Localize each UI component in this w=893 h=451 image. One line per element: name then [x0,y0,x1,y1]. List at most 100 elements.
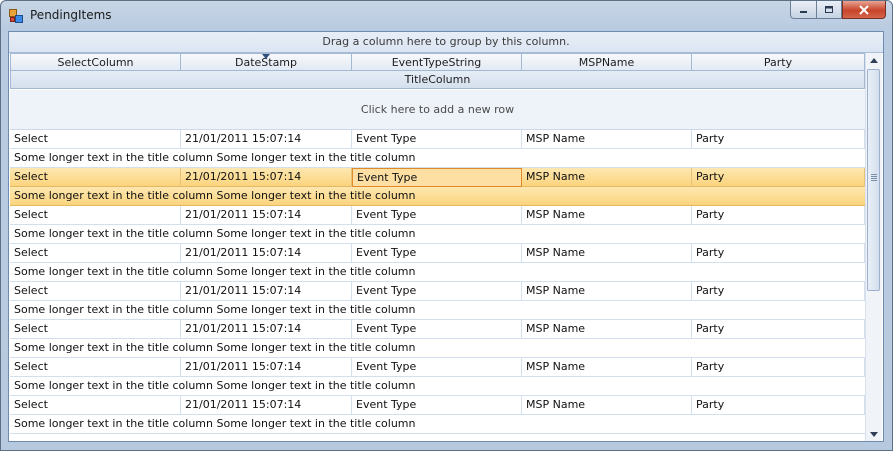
maximize-icon [825,6,833,13]
cell-eventtype[interactable]: Event Type [352,282,522,301]
row-title: Some longer text in the title column Som… [10,301,865,320]
cell-mspname[interactable]: MSP Name [522,206,692,225]
table-row[interactable]: Select 21/01/2011 15:07:14 Event Type MSP N… [10,130,865,168]
cell-datestamp[interactable]: 21/01/2011 15:07:14 [181,130,352,149]
cell-select[interactable]: Select [10,282,181,301]
cell-party[interactable]: Party [692,282,865,301]
cell-party[interactable]: Party [692,168,865,187]
cell-title[interactable]: Some longer text in the title column Som… [10,225,865,244]
cell-datestamp[interactable]: 21/01/2011 15:07:14 [181,244,352,263]
cell-mspname[interactable]: MSP Name [522,244,692,263]
table-row[interactable]: Select 21/01/2011 15:07:14 Event Type MSP N… [10,396,865,434]
cell-party[interactable]: Party [692,358,865,377]
selected-table-row[interactable]: Select 21/01/2011 15:07:14 Event Type MSP N… [10,168,865,206]
cell-select[interactable]: Select [10,130,181,149]
cell-eventtype[interactable]: Event Type [352,396,522,415]
cell-mspname[interactable]: MSP Name [522,358,692,377]
scroll-down-button[interactable] [866,427,882,441]
row-title: Some longer text in the title column Som… [10,339,865,358]
cell-eventtype[interactable]: Event Type [352,320,522,339]
cell-party[interactable]: Party [692,320,865,339]
column-header-mspname[interactable]: MSPName [522,53,692,71]
cell-title[interactable]: Some longer text in the title column Som… [10,301,865,320]
row-fields: Select 21/01/2011 15:07:14 Event Type MSP N… [10,168,865,187]
cell-title[interactable]: Some longer text in the title column Som… [10,415,865,434]
cell-eventtype[interactable]: Event Type [352,130,522,149]
cell-party[interactable]: Party [692,396,865,415]
column-header-row: SelectColumn DateStamp EventTypeString M… [10,53,865,71]
maximize-button[interactable] [816,1,842,19]
row-title: Some longer text in the title column Som… [10,263,865,282]
cell-mspname[interactable]: MSP Name [522,396,692,415]
row-fields: Select 21/01/2011 15:07:14 Event Type MSP N… [10,396,865,415]
cell-eventtype[interactable]: Event Type [352,358,522,377]
column-header-title[interactable]: TitleColumn [10,71,865,89]
table-row[interactable]: Select 21/01/2011 15:07:14 Event Type MSP N… [10,358,865,396]
cell-title[interactable]: Some longer text in the title column Som… [10,187,865,206]
scroll-down-arrow-icon [870,431,878,437]
cell-title[interactable]: Some longer text in the title column Som… [10,263,865,282]
table-row[interactable]: Select 21/01/2011 15:07:14 Event Type MSP N… [10,206,865,244]
cell-party[interactable]: Party [692,130,865,149]
cell-select[interactable]: Select [10,244,181,263]
group-panel[interactable]: Drag a column here to group by this colu… [9,32,883,53]
grid-view[interactable]: Drag a column here to group by this colu… [8,31,884,442]
group-panel-text: Drag a column here to group by this colu… [322,35,570,48]
cell-party[interactable]: Party [692,244,865,263]
row-fields: Select 21/01/2011 15:07:14 Event Type MSP N… [10,358,865,377]
scroll-grip-icon [871,174,877,182]
cell-select[interactable]: Select [10,168,181,187]
cell-select[interactable]: Select [10,396,181,415]
column-header-party[interactable]: Party [692,53,865,71]
cell-select[interactable]: Select [10,358,181,377]
sort-descending-icon [262,54,270,59]
cell-select[interactable]: Select [10,320,181,339]
cell-datestamp[interactable]: 21/01/2011 15:07:14 [181,396,352,415]
data-rows: Select 21/01/2011 15:07:14 Event Type MSP N… [10,130,865,441]
column-header-eventtype[interactable]: EventTypeString [352,53,522,71]
cell-select[interactable]: Select [10,206,181,225]
table-row[interactable]: Select 21/01/2011 15:07:14 Event Type MSP N… [10,282,865,320]
row-title: Some longer text in the title column Som… [10,149,865,168]
cell-title[interactable]: Some longer text in the title column Som… [10,339,865,358]
cell-datestamp[interactable]: 21/01/2011 15:07:14 [181,168,352,187]
row-fields: Select 21/01/2011 15:07:14 Event Type MSP N… [10,244,865,263]
cell-mspname[interactable]: MSP Name [522,130,692,149]
vertical-scrollbar[interactable] [865,53,882,441]
cell-datestamp[interactable]: 21/01/2011 15:07:14 [181,206,352,225]
column-header-datestamp[interactable]: DateStamp [181,53,352,71]
row-title: Some longer text in the title column Som… [10,187,865,206]
scroll-up-button[interactable] [866,53,882,67]
cell-title[interactable]: Some longer text in the title column Som… [10,149,865,168]
cell-eventtype[interactable]: Event Type [352,244,522,263]
cell-eventtype[interactable]: Event Type [352,206,522,225]
scroll-thumb[interactable] [867,69,880,291]
row-title: Some longer text in the title column Som… [10,377,865,396]
row-title: Some longer text in the title column Som… [10,415,865,434]
cell-datestamp[interactable]: 21/01/2011 15:07:14 [181,320,352,339]
window-controls [790,1,886,21]
row-fields: Select 21/01/2011 15:07:14 Event Type MSP N… [10,282,865,301]
title-bar[interactable]: PendingItems [1,1,892,31]
row-fields: Select 21/01/2011 15:07:14 Event Type MSP N… [10,130,865,149]
cell-mspname[interactable]: MSP Name [522,320,692,339]
add-new-row-text: Click here to add a new row [360,103,515,116]
close-button[interactable] [842,1,886,19]
table-row[interactable]: Select 21/01/2011 15:07:14 Event Type MSP N… [10,244,865,282]
cell-title[interactable]: Some longer text in the title column Som… [10,377,865,396]
minimize-icon [799,10,807,13]
column-header-select[interactable]: SelectColumn [10,53,181,71]
minimize-button[interactable] [790,1,816,19]
cell-datestamp[interactable]: 21/01/2011 15:07:14 [181,358,352,377]
close-icon [859,4,869,15]
cell-mspname[interactable]: MSP Name [522,282,692,301]
row-title: Some longer text in the title column Som… [10,225,865,244]
app-icon[interactable] [9,8,23,23]
add-new-row[interactable]: Click here to add a new row [10,90,865,130]
cell-mspname[interactable]: MSP Name [522,168,692,187]
table-row[interactable]: Select 21/01/2011 15:07:14 Event Type MSP N… [10,320,865,358]
cell-eventtype[interactable]: Event Type [352,168,522,187]
scroll-up-arrow-icon [870,57,878,63]
cell-party[interactable]: Party [692,206,865,225]
cell-datestamp[interactable]: 21/01/2011 15:07:14 [181,282,352,301]
